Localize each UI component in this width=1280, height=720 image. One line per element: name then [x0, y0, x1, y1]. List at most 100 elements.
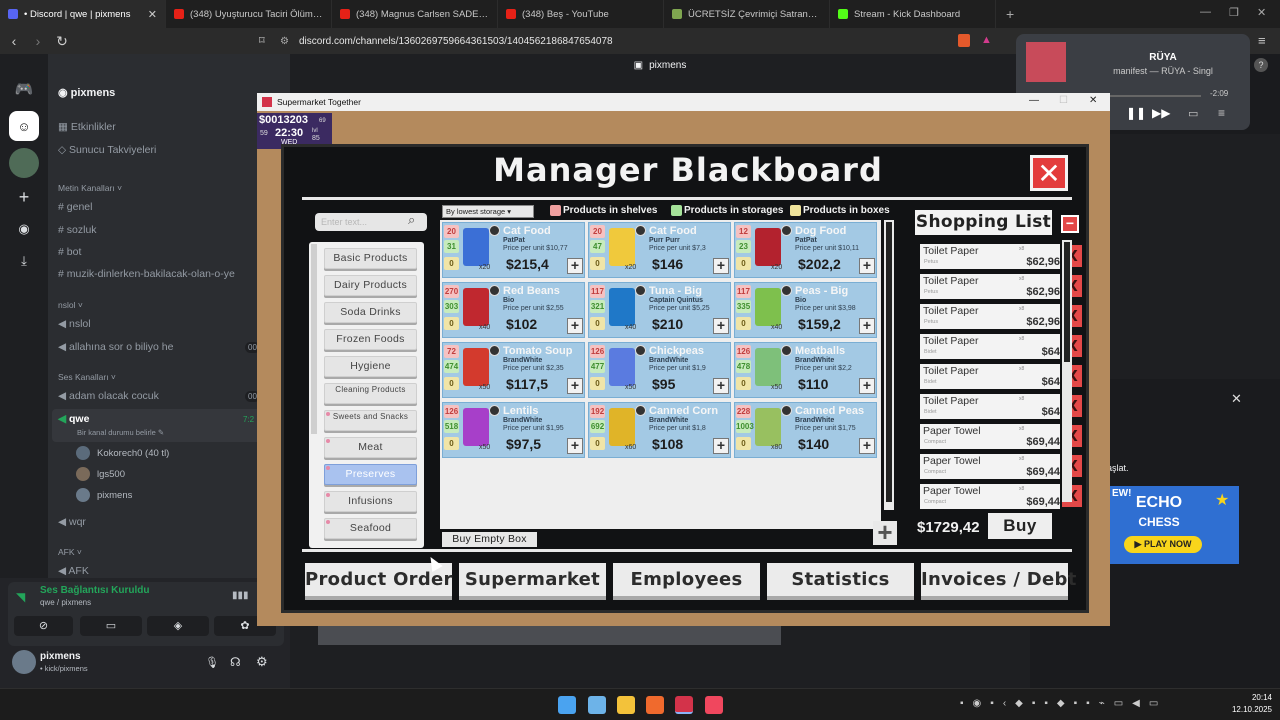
info-icon[interactable]	[635, 225, 646, 236]
add-to-list-button[interactable]: +	[713, 438, 729, 454]
category-button[interactable]: Infusions	[324, 491, 417, 512]
buy-empty-box-button[interactable]: Buy Empty Box	[442, 532, 537, 547]
voice-user[interactable]: lgs500	[76, 467, 125, 481]
boosts-link[interactable]: ◇ Sunucu Takviyeleri	[58, 144, 156, 156]
product-card[interactable]: 192 692 0 x60 Canned Corn BrandWhite Price per…	[588, 402, 731, 458]
channel-sozluk[interactable]: # sozluk	[58, 224, 97, 236]
maximize-icon[interactable]: ☐	[1059, 95, 1068, 106]
settings-gear-icon[interactable]: ⚙	[256, 654, 268, 670]
category-button[interactable]: Soda Drinks	[324, 302, 417, 323]
supermarket-together-icon[interactable]	[675, 696, 693, 714]
site-info-icon[interactable]: ⚙	[280, 36, 289, 47]
category-scrollbar[interactable]	[311, 244, 317, 434]
echo-chess-ad[interactable]: EW! ECHO CHESS ▶ PLAY NOW ★	[1110, 486, 1239, 564]
help-icon[interactable]: ?	[1254, 58, 1268, 72]
product-card[interactable]: 72 474 0 x50 Tomato Soup BrandWhite Price per …	[442, 342, 585, 398]
nav-invoices-debt[interactable]: Invoices / Debt	[921, 563, 1076, 600]
tab-2[interactable]: (348) Magnus Carlsen SADECE 15 SA	[332, 0, 498, 28]
clear-list-button[interactable]: −	[1061, 215, 1079, 233]
add-to-list-button[interactable]: +	[567, 258, 583, 274]
url-field[interactable]: ⚙ discord.com/channels/13602697596643615…	[280, 31, 950, 51]
queue-icon[interactable]: ≡	[1218, 106, 1225, 120]
clock-time[interactable]: 20:14	[1230, 693, 1272, 702]
nav-supermarket[interactable]: Supermarket	[459, 563, 606, 600]
channel-allahina[interactable]: ◀ allahına sor o biliyo he	[58, 341, 173, 353]
info-icon[interactable]	[781, 345, 792, 356]
music-icon[interactable]	[705, 696, 723, 714]
brave-icon[interactable]	[646, 696, 664, 714]
channel-genel[interactable]: # genel	[58, 201, 92, 213]
info-icon[interactable]	[635, 285, 646, 296]
noise-icon[interactable]: ▮▮▮	[232, 590, 249, 601]
product-card[interactable]: 270 303 0 x40 Red Beans Bio Price per unit $2,…	[442, 282, 585, 338]
category-button[interactable]: Basic Products	[324, 248, 417, 269]
next-icon[interactable]: ▶▶	[1152, 106, 1170, 120]
download-icon[interactable]: ⤓	[9, 246, 39, 276]
connection-title[interactable]: Ses Bağlantısı Kuruldu	[40, 585, 149, 596]
product-card[interactable]: 20 31 0 x20 Cat Food PatPat Price per unit $10…	[442, 222, 585, 278]
scrollbar-thumb[interactable]	[886, 222, 892, 502]
add-to-list-button[interactable]: +	[859, 438, 875, 454]
category-afk[interactable]: AFK ˅	[58, 547, 82, 557]
add-to-list-button[interactable]: +	[567, 318, 583, 334]
back-icon[interactable]: ‹	[4, 33, 24, 49]
product-card[interactable]: 117 335 0 x40 Peas - Big Bio Price per unit $3…	[734, 282, 877, 338]
voice-status-link[interactable]: Bir kanal durumu belirle ✎	[77, 428, 164, 437]
tab-3[interactable]: (348) Beş - YouTube	[498, 0, 664, 28]
server-icon[interactable]	[9, 148, 39, 178]
events-link[interactable]: ▦ Etkinlikler	[58, 121, 116, 133]
product-card[interactable]: 126 477 0 x50 Chickpeas BrandWhite Price per u…	[588, 342, 731, 398]
add-to-list-button[interactable]: +	[713, 378, 729, 394]
file-explorer-icon[interactable]	[617, 696, 635, 714]
product-card[interactable]: 126 518 0 x50 Lentils BrandWhite Price per uni…	[442, 402, 585, 458]
info-icon[interactable]	[781, 225, 792, 236]
add-to-list-button[interactable]: +	[713, 258, 729, 274]
product-card[interactable]: 12 23 0 x20 Dog Food PatPat Price per unit $10…	[734, 222, 877, 278]
add-product-button[interactable]: +	[873, 519, 897, 545]
close-icon[interactable]: ✕	[1257, 6, 1266, 19]
product-card[interactable]: 117 321 0 x40 Tuna - Big Captain Quintus Price…	[588, 282, 731, 338]
minimize-icon[interactable]: —	[1200, 6, 1211, 18]
add-to-list-button[interactable]: +	[859, 378, 875, 394]
info-icon[interactable]	[781, 405, 792, 416]
add-to-list-button[interactable]: +	[859, 258, 875, 274]
discord-home-icon[interactable]: 🎮	[9, 74, 39, 104]
start-icon[interactable]	[558, 696, 576, 714]
close-icon[interactable]: ✕	[1231, 391, 1242, 407]
add-server-icon[interactable]: +	[9, 182, 39, 212]
category-button[interactable]: Preserves	[324, 464, 417, 485]
nav-employees[interactable]: Employees	[613, 563, 760, 600]
tab-0[interactable]: • Discord | qwe | pixmens ✕	[0, 0, 166, 28]
pause-icon[interactable]: ❚❚	[1126, 106, 1146, 120]
voice-channel-wqr[interactable]: ◀ wqr	[58, 516, 86, 528]
add-to-list-button[interactable]: +	[567, 438, 583, 454]
add-to-list-button[interactable]: +	[713, 318, 729, 334]
voice-user[interactable]: pixmens	[76, 488, 132, 502]
voice-user[interactable]: Kokorech0 (40 tl)	[76, 446, 169, 460]
product-card[interactable]: 126 478 0 x50 Meatballs BrandWhite Price per u…	[734, 342, 877, 398]
category-button[interactable]: Dairy Products	[324, 275, 417, 296]
channel-bot[interactable]: # bot	[58, 246, 81, 258]
new-tab-button[interactable]: +	[1006, 6, 1014, 22]
bookmark-icon[interactable]: ⌑	[259, 34, 265, 47]
add-to-list-button[interactable]: +	[567, 378, 583, 394]
info-icon[interactable]	[489, 225, 500, 236]
brave-shield-icon[interactable]	[958, 34, 970, 47]
widgets-icon[interactable]	[588, 696, 606, 714]
add-to-list-button[interactable]: +	[859, 318, 875, 334]
scrollbar-thumb[interactable]	[1064, 242, 1070, 362]
voice-channel-afk[interactable]: ◀ AFK	[58, 565, 89, 577]
tab-4[interactable]: ÜCRETSİZ Çevrimiçi Satranç Oynayın	[664, 0, 830, 28]
maximize-icon[interactable]: ❐	[1229, 6, 1239, 19]
camera-off-button[interactable]: ⊘	[14, 616, 73, 636]
product-card[interactable]: 228 1003 0 x80 Canned Peas BrandWhite Price pe…	[734, 402, 877, 458]
lyrics-icon[interactable]: ▭	[1188, 107, 1198, 120]
close-blackboard-button[interactable]: ✕	[1030, 155, 1068, 191]
microphone-icon[interactable]: 🎙	[205, 656, 219, 669]
tray-icons[interactable]: ▪◉▪‹◆▪▪◆▪▪⌁▭◀▭	[960, 698, 1167, 709]
discover-icon[interactable]: ◉	[9, 214, 39, 244]
product-card[interactable]: 20 47 0 x20 Cat Food Purr Purr Price per unit …	[588, 222, 731, 278]
play-now-button[interactable]: ▶ PLAY NOW	[1124, 536, 1202, 553]
category-button[interactable]: Sweets and Snacks	[324, 410, 417, 431]
category-button[interactable]: Hygiene	[324, 356, 417, 377]
